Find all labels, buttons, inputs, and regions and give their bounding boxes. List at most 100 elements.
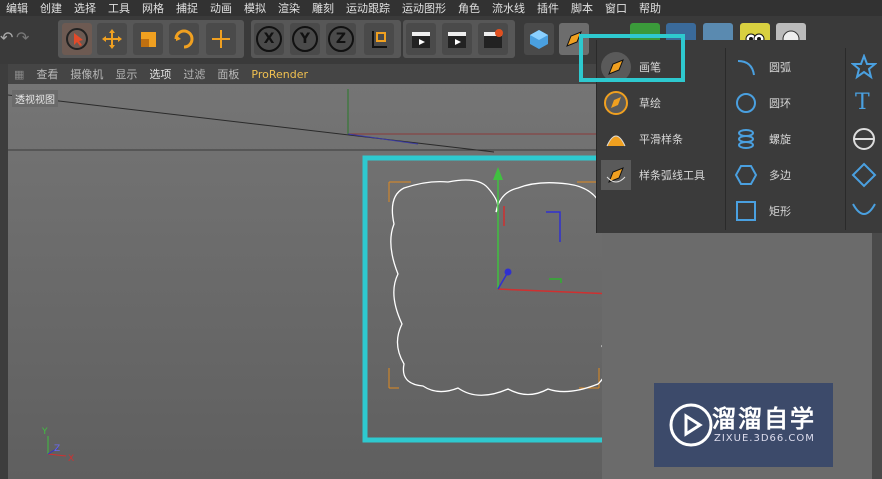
render-view-button[interactable] — [406, 23, 436, 55]
pen-highlight-box — [579, 34, 685, 82]
popup-divider-2 — [845, 48, 846, 230]
z-axis-icon: Z — [328, 26, 354, 52]
y-axis-button[interactable]: Y — [290, 23, 320, 55]
circle-label: 圆环 — [769, 97, 791, 110]
menu-simulate[interactable]: 模拟 — [238, 0, 272, 16]
menu-edit[interactable]: 编辑 — [0, 0, 34, 16]
polygon-icon — [731, 160, 761, 190]
y-axis-arrow-icon — [493, 167, 503, 180]
clapper-icon — [412, 32, 430, 48]
menu-character[interactable]: 角色 — [452, 0, 486, 16]
clapper-gear-icon — [484, 29, 503, 48]
move-tool-button[interactable] — [97, 23, 127, 55]
rectangle-item[interactable]: 矩形 — [731, 196, 791, 226]
spline-outline[interactable] — [390, 179, 602, 396]
smooth-spline-tool-label: 平滑样条 — [639, 133, 683, 146]
smooth-spline-icon — [601, 124, 631, 154]
rotate-tool-button[interactable] — [169, 23, 199, 55]
coordinate-system-icon — [372, 31, 387, 48]
menu-select[interactable]: 选择 — [68, 0, 102, 16]
viewport-menu-panel[interactable]: 面板 — [211, 66, 245, 82]
z-axis-button[interactable]: Z — [326, 23, 356, 55]
cube-button[interactable] — [524, 23, 554, 55]
menu-render[interactable]: 渲染 — [272, 0, 306, 16]
sketch-icon — [601, 88, 631, 118]
menu-animate[interactable]: 动画 — [204, 0, 238, 16]
last-tool-button[interactable] — [206, 23, 236, 55]
viewport-menu-view[interactable]: 查看 — [30, 66, 64, 82]
viewport-menu-display[interactable]: 显示 — [109, 66, 143, 82]
scale-icon — [141, 32, 156, 47]
cursor-icon — [66, 28, 88, 50]
star-icon[interactable] — [850, 53, 879, 82]
plus-move-icon — [212, 30, 230, 48]
menu-script[interactable]: 脚本 — [565, 0, 599, 16]
coordinate-system-button[interactable] — [364, 23, 394, 55]
clapper-play-icon — [448, 32, 466, 48]
tutorial-highlight-box — [362, 155, 602, 443]
render-picture-viewer-button[interactable] — [442, 23, 472, 55]
play-logo-icon — [669, 403, 713, 447]
render-settings-button[interactable] — [478, 23, 508, 55]
undo-icon[interactable]: ↶ — [0, 28, 13, 52]
redo-icon[interactable]: ↷ — [16, 28, 44, 52]
viewport-menu-prorender[interactable]: ProRender — [245, 68, 314, 81]
yz-plane-handle — [546, 211, 561, 242]
circle-item[interactable]: 圆环 — [731, 88, 791, 118]
perspective-viewport[interactable]: Y Z X — [8, 84, 602, 479]
gizmo-z-label: Z — [54, 444, 60, 454]
gizmo-x-label: X — [68, 454, 74, 464]
cube-icon — [530, 30, 548, 49]
z-axis-handle — [504, 268, 512, 276]
popup-divider — [725, 48, 726, 230]
smooth-spline-tool-item[interactable]: 平滑样条 — [601, 124, 683, 154]
menu-mesh[interactable]: 网格 — [136, 0, 170, 16]
viewport-scene: Y Z X — [8, 89, 602, 464]
right-panel-edge — [872, 233, 882, 479]
polygon-item[interactable]: 多边 — [731, 160, 791, 190]
x-axis-button[interactable]: X — [254, 23, 284, 55]
menu-snap[interactable]: 捕捉 — [170, 0, 204, 16]
menu-create[interactable]: 创建 — [34, 0, 68, 16]
object-x-axis — [497, 288, 602, 295]
menu-window[interactable]: 窗口 — [599, 0, 633, 16]
grid-line — [8, 94, 495, 153]
diamond-icon[interactable] — [851, 162, 879, 190]
rotate-icon — [174, 29, 194, 49]
rectangle-label: 矩形 — [769, 205, 791, 218]
bounding-box-corners — [388, 181, 600, 389]
sketch-tool-label: 草绘 — [639, 97, 661, 110]
left-tool-strip — [0, 64, 8, 479]
viewport-menu-bar: ▦ 查看 摄像机 显示 选项 过滤 面板 ProRender — [8, 64, 602, 84]
scale-tool-button[interactable] — [133, 23, 163, 55]
arc-icon — [731, 52, 761, 82]
select-tool-button[interactable] — [62, 23, 92, 55]
helix-label: 螺旋 — [769, 133, 791, 146]
menu-tools[interactable]: 工具 — [102, 0, 136, 16]
viewport-grip-icon: ▦ — [14, 67, 25, 81]
cogwheel-icon[interactable] — [851, 126, 879, 154]
menu-motion-tracker[interactable]: 运动跟踪 — [340, 0, 396, 16]
menu-sculpt[interactable]: 雕刻 — [306, 0, 340, 16]
spline-arc-tool-item[interactable]: 样条弧线工具 — [601, 160, 705, 190]
menu-pipeline[interactable]: 流水线 — [486, 0, 531, 16]
viewport-name-label: 透视视图 — [12, 90, 58, 107]
menu-mograph[interactable]: 运动图形 — [396, 0, 452, 16]
watermark-subtitle: ZIXUE.3D66.COM — [714, 433, 815, 444]
profile-icon[interactable] — [851, 198, 879, 226]
menu-plugins[interactable]: 插件 — [531, 0, 565, 16]
menu-help[interactable]: 帮助 — [633, 0, 667, 16]
sketch-tool-item[interactable]: 草绘 — [601, 88, 661, 118]
helix-icon — [731, 124, 761, 154]
arc-item[interactable]: 圆弧 — [731, 52, 791, 82]
text-icon[interactable]: T — [855, 90, 870, 115]
y-axis-icon: Y — [292, 26, 318, 52]
viewport-menu-options[interactable]: 选项 — [143, 66, 177, 82]
circle-icon — [731, 88, 761, 118]
helix-item[interactable]: 螺旋 — [731, 124, 791, 154]
spline-arc-icon — [601, 160, 631, 190]
viewport-menu-filter[interactable]: 过滤 — [177, 66, 211, 82]
arc-label: 圆弧 — [769, 61, 791, 74]
viewport-menu-cameras[interactable]: 摄像机 — [64, 66, 109, 82]
world-z-axis — [347, 133, 419, 145]
